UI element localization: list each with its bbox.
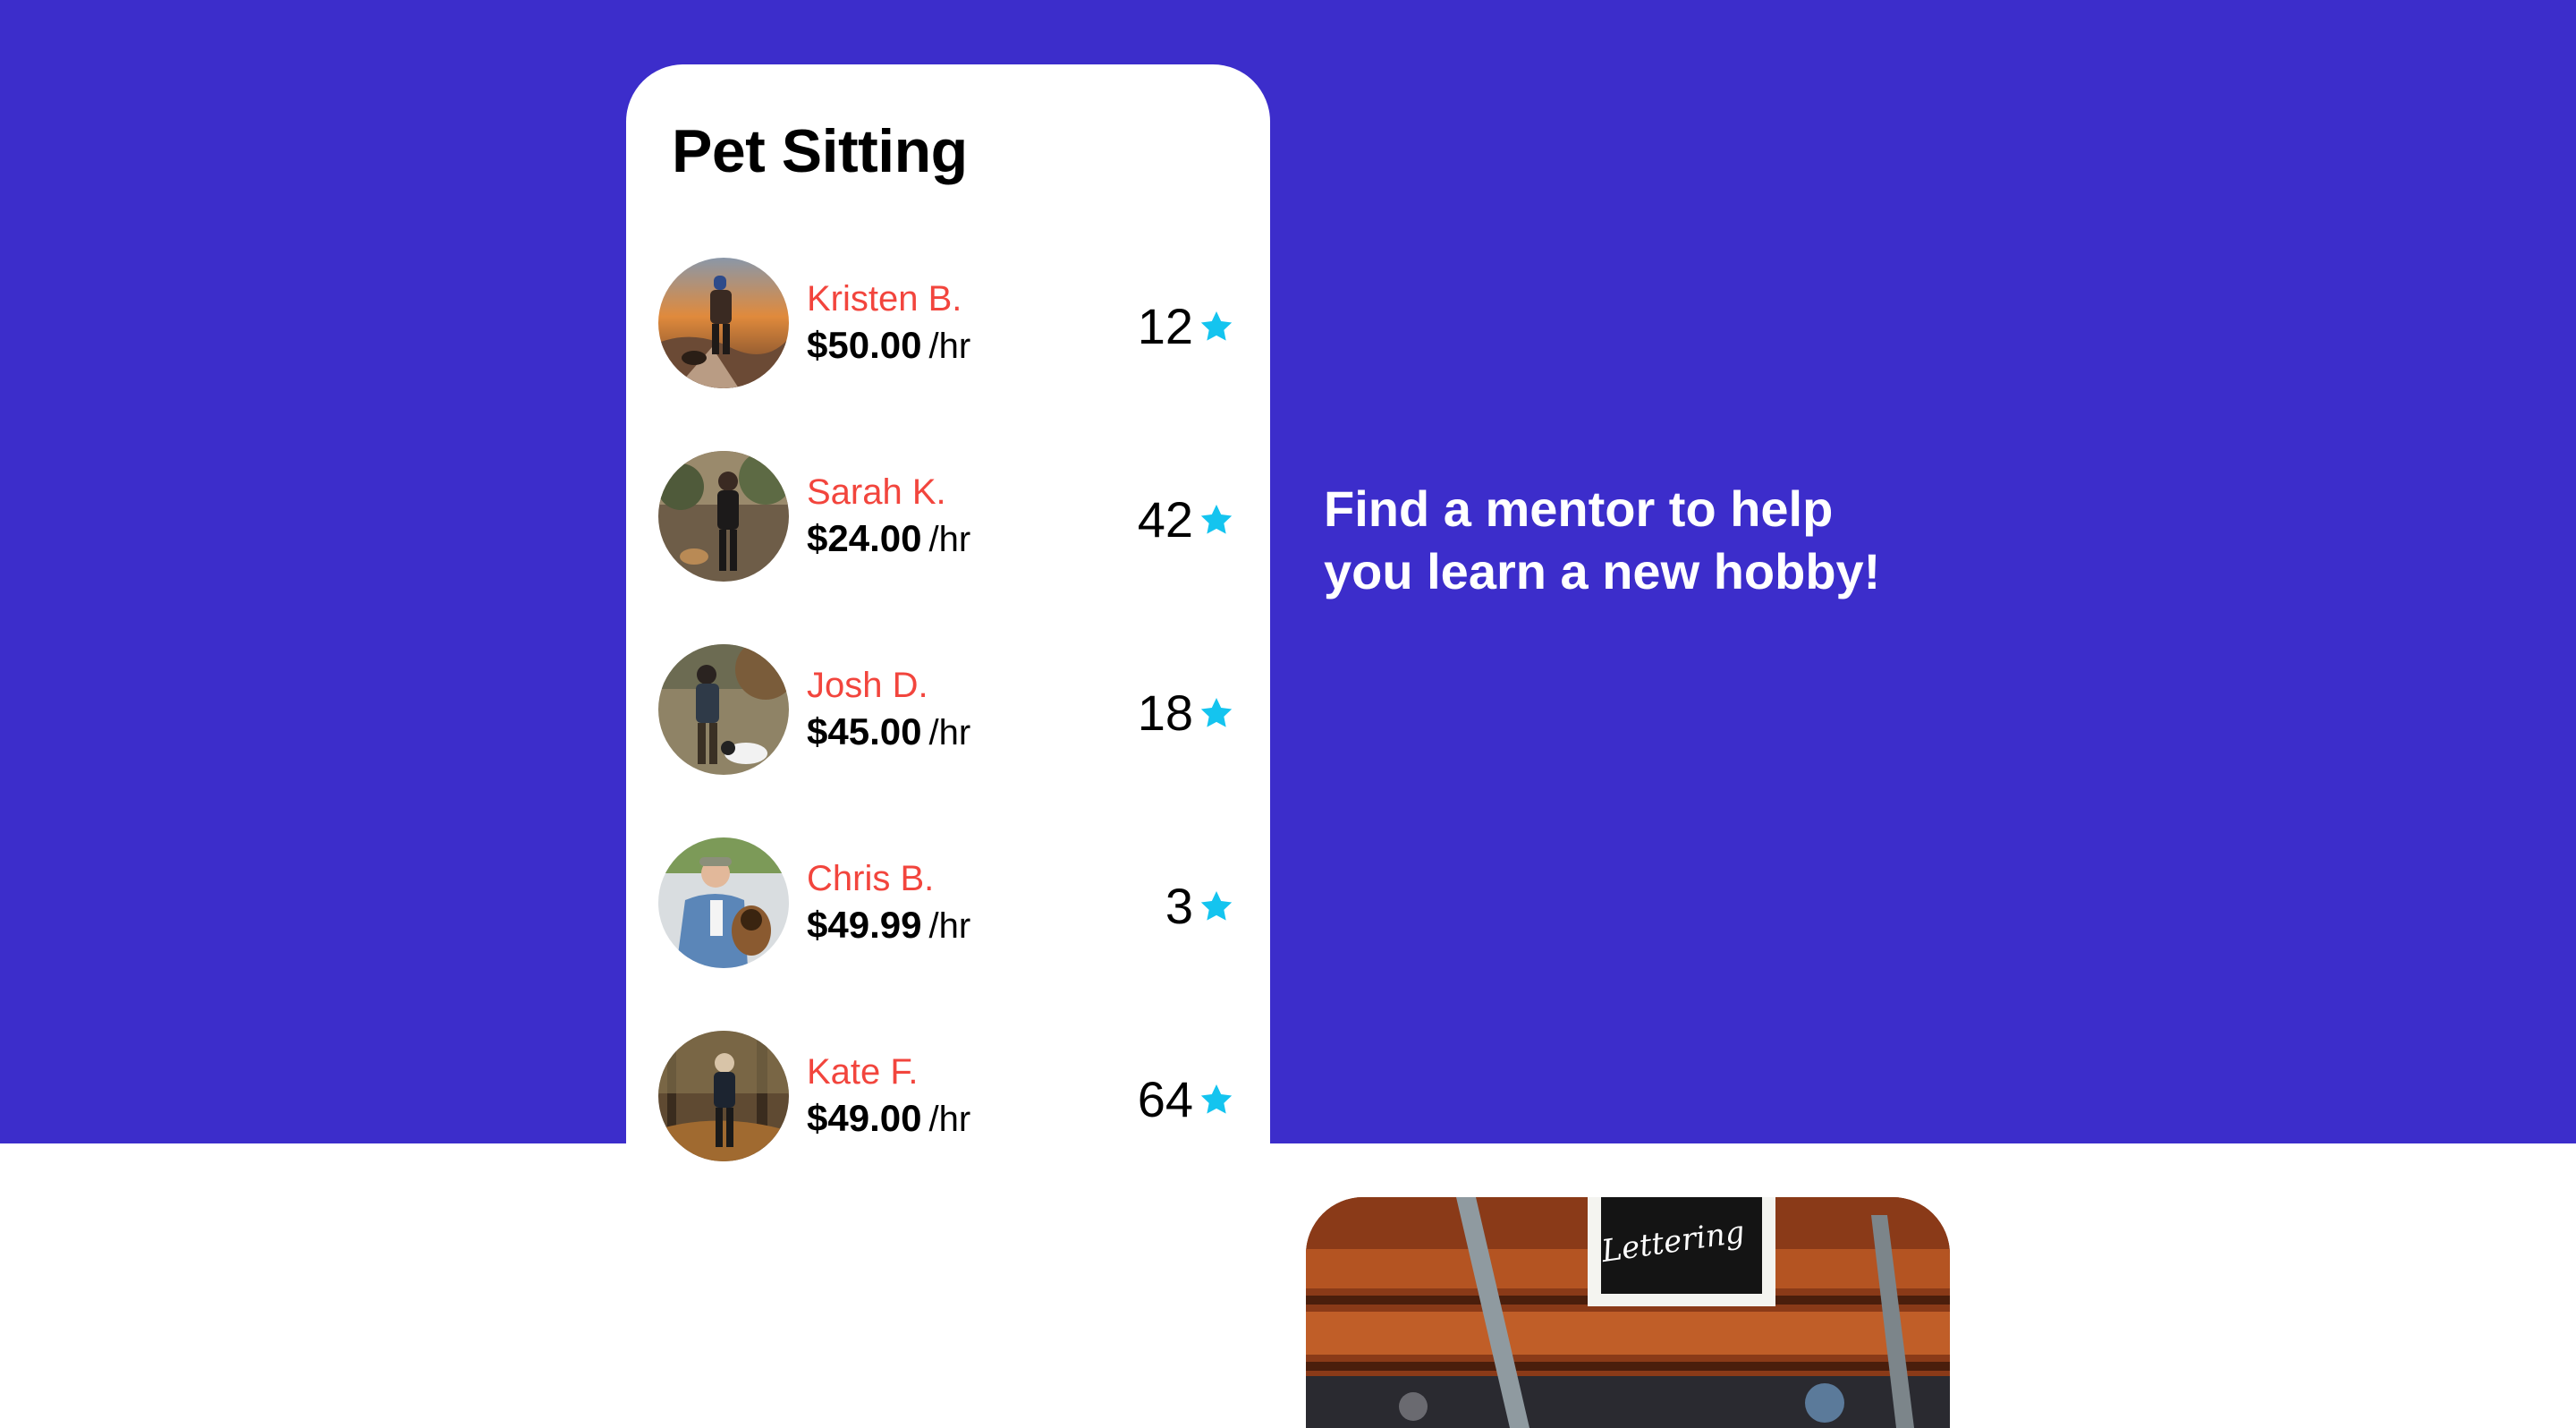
sitter-price: $50.00 [807, 324, 922, 366]
sitter-price: $45.00 [807, 710, 922, 752]
person-with-dog-photo-icon [658, 837, 789, 968]
hero-background [0, 0, 2576, 1143]
sitter-row[interactable]: Chris B. $49.99/hr 3 [626, 837, 1270, 972]
avatar [658, 451, 789, 582]
rate-unit: /hr [928, 906, 971, 946]
avatar [658, 837, 789, 968]
person-field-dog-photo-icon [658, 644, 789, 775]
star-icon [1200, 890, 1233, 921]
star-icon [1200, 504, 1233, 534]
sitter-name: Kristen B. [807, 279, 962, 319]
sitter-price: $24.00 [807, 517, 922, 559]
sitter-rating: 42 [1138, 490, 1234, 548]
star-icon [1200, 310, 1233, 341]
avatar [658, 258, 789, 388]
card-title: Pet Sitting [672, 117, 968, 185]
person-forest-photo-icon [658, 1031, 789, 1161]
star-icon [1200, 697, 1233, 727]
sitter-rate: $49.99/hr [807, 904, 970, 947]
rate-unit: /hr [928, 327, 971, 366]
sitter-name: Josh D. [807, 666, 928, 705]
sitter-row[interactable]: Kristen B. $50.00/hr 12 [626, 258, 1270, 392]
rate-unit: /hr [928, 713, 971, 752]
avatar [658, 1031, 789, 1161]
sitter-row[interactable]: Josh D. $45.00/hr 18 [626, 644, 1270, 778]
avatar [658, 644, 789, 775]
pet-sitting-card: Pet Sitting Kristen B. $50.00 /hr 12 Sar… [626, 64, 1270, 1428]
sitter-rate: $24.00/hr [807, 517, 970, 560]
sitter-rating: 12 [1138, 297, 1234, 355]
rate-unit: /hr [928, 1100, 971, 1139]
sitter-name: Chris B. [807, 859, 935, 898]
sitter-row[interactable]: Sarah K. $24.00/hr 42 [626, 451, 1270, 585]
rating-count: 64 [1137, 1071, 1193, 1127]
sitter-rate: $50.00/hr [807, 324, 970, 367]
rating-count: 12 [1137, 298, 1193, 354]
rate-unit: /hr [928, 520, 971, 559]
sitter-name: Sarah K. [807, 472, 946, 512]
page: Pet Sitting Kristen B. $50.00 /hr 12 Sar… [0, 0, 2576, 1428]
rating-count: 42 [1137, 491, 1193, 548]
person-hiking-photo-icon [658, 258, 789, 388]
sitter-rate: $45.00/hr [807, 710, 970, 753]
sitter-rate: $49.00/hr [807, 1097, 970, 1140]
hero-tagline: Find a mentor to help you learn a new ho… [1324, 480, 1881, 599]
sitter-price: $49.99 [807, 904, 922, 946]
person-with-dog-photo-icon [658, 451, 789, 582]
sitter-price: $49.00 [807, 1097, 922, 1139]
sitter-rating: 64 [1138, 1070, 1234, 1128]
star-icon [1200, 1084, 1233, 1114]
rating-count: 3 [1165, 878, 1193, 934]
hobby-photo-card[interactable]: Lettering [1306, 1197, 1950, 1428]
rating-count: 18 [1137, 684, 1193, 741]
sitter-name: Kate F. [807, 1052, 919, 1092]
sitter-row[interactable]: Kate F. $49.00/hr 64 [626, 1031, 1270, 1165]
sitter-rating: 3 [1165, 877, 1234, 935]
sitter-rating: 18 [1138, 684, 1234, 742]
